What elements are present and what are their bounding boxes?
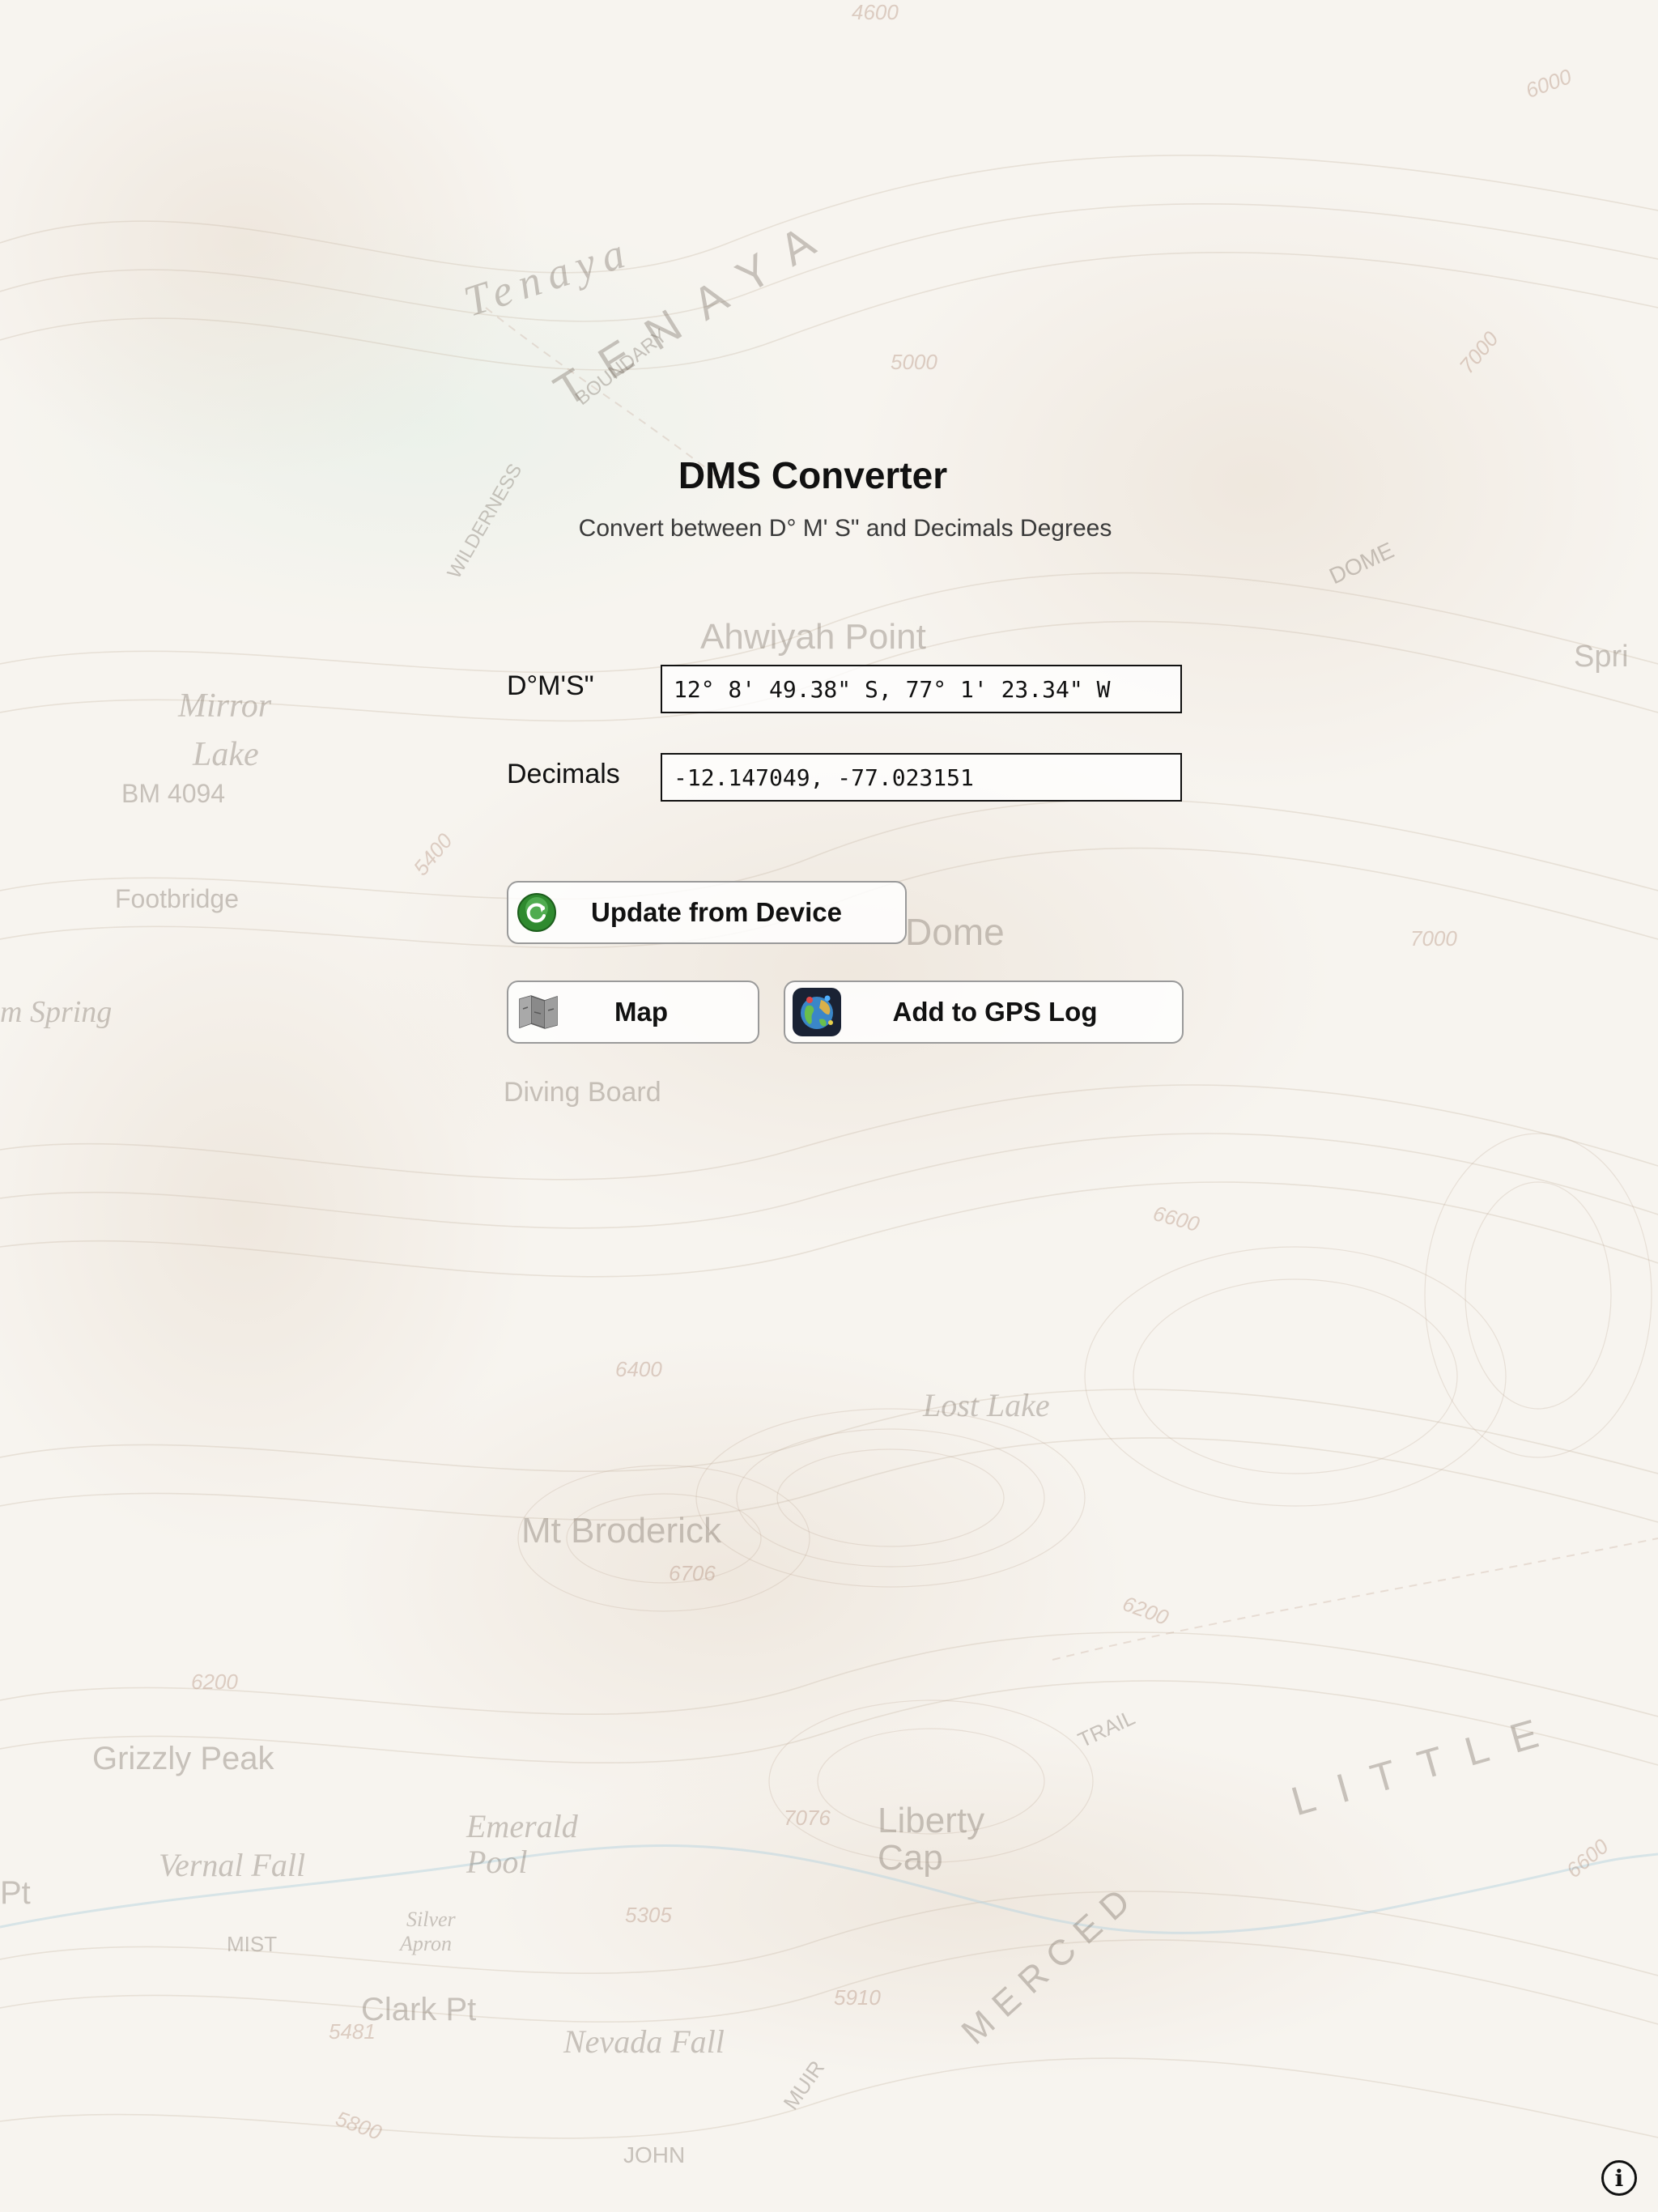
page-subtitle: Convert between D° M' S" and Decimals De… [578, 515, 1112, 542]
globe-icon [792, 987, 842, 1037]
map-label-diving-board: Diving Board [504, 1077, 661, 1108]
map-label-john: JOHN [623, 2142, 686, 2167]
topographic-map-background: Tenaya TENAYA BOUNDARY WILDERNESS Ahwiya… [0, 0, 1658, 2212]
map-label-lake: Lake [193, 736, 259, 773]
page-title: DMS Converter [678, 454, 948, 496]
refresh-icon [517, 892, 557, 933]
info-button[interactable]: i [1601, 2160, 1637, 2196]
dms-input[interactable] [661, 665, 1182, 713]
update-from-device-label: Update from Device [591, 897, 842, 927]
map-elevation-7076: 7076 [784, 1806, 831, 1830]
map-label-liberty: Liberty [878, 1801, 985, 1840]
map-label-mt-broderick: Mt Broderick [521, 1511, 721, 1551]
map-label-spring: m Spring [0, 995, 113, 1029]
decimals-label: Decimals [507, 759, 620, 789]
map-label-dome: Dome [905, 911, 1005, 953]
map-label-apron: Apron [400, 1932, 453, 1955]
info-icon: i [1614, 2164, 1624, 2192]
map-label-bm: BM 4094 [121, 779, 226, 808]
map-label-mirror: Mirror [178, 687, 272, 725]
map-elevation-5000: 5000 [891, 350, 937, 374]
map-label-lost-lake: Lost Lake [923, 1387, 1050, 1423]
map-label-spring-right: Spri [1574, 640, 1629, 674]
map-elevation-6400: 6400 [615, 1357, 662, 1381]
map-elevation-5910: 5910 [834, 1985, 881, 2010]
folded-map-icon [518, 994, 559, 1030]
map-label-nevada-fall: Nevada Fall [563, 2023, 725, 2060]
map-elevation-5305: 5305 [625, 1903, 672, 1927]
map-elevation-4600: 4600 [852, 0, 899, 24]
map-label-pt-left: Pt [0, 1875, 31, 1911]
map-elevation-6200-b: 6200 [191, 1670, 238, 1694]
add-to-gps-log-label: Add to GPS Log [892, 997, 1098, 1027]
map-label-footbridge: Footbridge [115, 884, 239, 913]
map-label-vernal-fall: Vernal Fall [159, 1847, 306, 1883]
map-elevation-7000-b: 7000 [1410, 926, 1457, 951]
map-label-cap: Cap [878, 1838, 943, 1878]
dms-label: D°M'S" [507, 670, 594, 701]
map-label-emerald: Emerald [466, 1808, 578, 1844]
map-elevation-5481: 5481 [329, 2019, 376, 2044]
map-label-pool: Pool [466, 1844, 528, 1880]
decimals-input[interactable] [661, 753, 1182, 802]
map-label-mist: MIST [227, 1932, 278, 1956]
map-label-silver: Silver [406, 1908, 456, 1931]
add-to-gps-log-button[interactable]: Add to GPS Log [784, 981, 1184, 1044]
map-label-clark-pt: Clark Pt [361, 1992, 477, 2027]
update-from-device-button[interactable]: Update from Device [507, 881, 907, 944]
map-label-grizzly-peak: Grizzly Peak [92, 1741, 274, 1776]
map-button[interactable]: Map [507, 981, 759, 1044]
map-elevation-6706: 6706 [669, 1561, 716, 1585]
map-label-ahwiyah-point: Ahwiyah Point [700, 617, 926, 657]
